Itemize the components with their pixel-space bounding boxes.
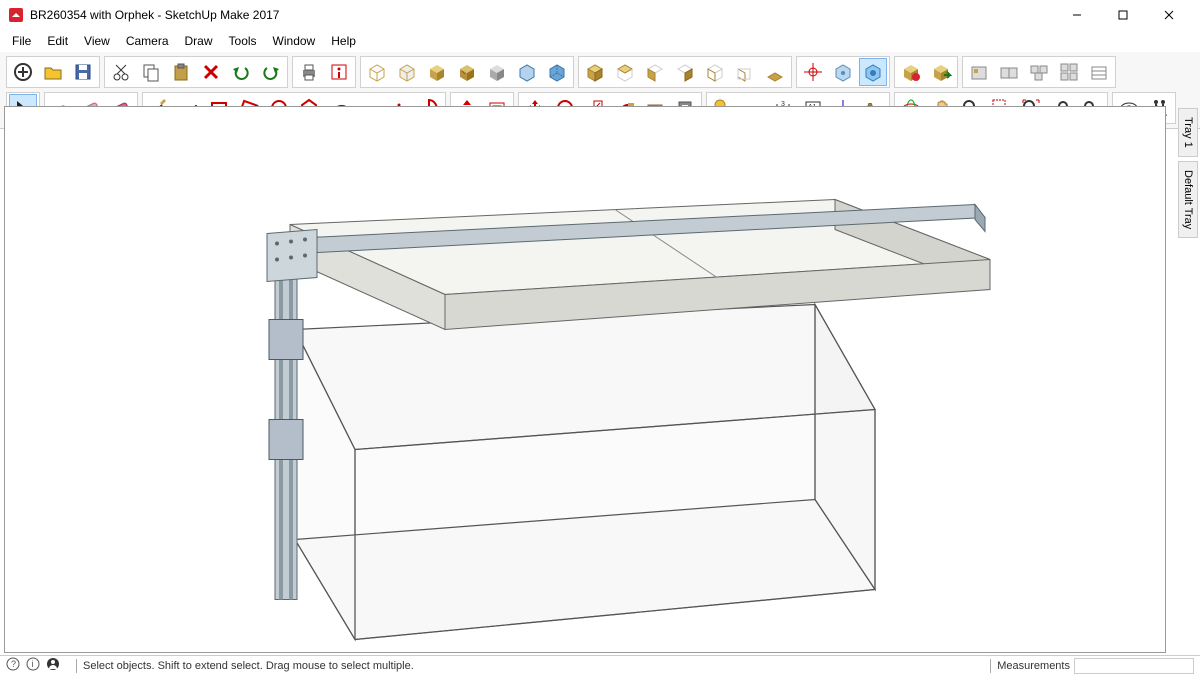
toolgroup-display xyxy=(360,56,574,88)
toolgroup-views xyxy=(578,56,792,88)
measurements-label: Measurements xyxy=(997,660,1070,672)
bottom-view-button[interactable] xyxy=(761,58,789,86)
position-camera-button[interactable] xyxy=(829,58,857,86)
menu-window[interactable]: Window xyxy=(265,32,324,50)
front-view-button[interactable] xyxy=(641,58,669,86)
side-trays: Tray 1 Default Tray xyxy=(1178,108,1198,238)
svg-text:?: ? xyxy=(11,659,16,669)
undo-button[interactable] xyxy=(227,58,255,86)
shaded-textures-button[interactable] xyxy=(453,58,481,86)
tray-tab-default[interactable]: Default Tray xyxy=(1178,161,1198,238)
menu-edit[interactable]: Edit xyxy=(39,32,76,50)
menu-draw[interactable]: Draw xyxy=(177,32,221,50)
delete-button[interactable] xyxy=(197,58,225,86)
sketchup-app-icon xyxy=(8,7,24,23)
menu-view[interactable]: View xyxy=(76,32,118,50)
toolgroup-warehouse xyxy=(894,56,958,88)
axes-tool-button[interactable] xyxy=(799,58,827,86)
window-title: BR260354 with Orphek - SketchUp Make 201… xyxy=(30,8,1054,22)
back-edges-button[interactable] xyxy=(543,58,571,86)
wireframe-button[interactable] xyxy=(363,58,391,86)
toolgroup-edit xyxy=(104,56,288,88)
make-component-button[interactable] xyxy=(995,58,1023,86)
svg-text:i: i xyxy=(32,659,34,669)
toolgroup-axes xyxy=(796,56,890,88)
user-icon[interactable] xyxy=(46,657,60,674)
window-controls xyxy=(1054,0,1192,30)
model-scene xyxy=(5,107,1165,652)
model-viewport[interactable] xyxy=(4,106,1166,653)
close-button[interactable] xyxy=(1146,0,1192,30)
extension-warehouse-button[interactable] xyxy=(965,58,993,86)
walk-tool-button[interactable] xyxy=(859,58,887,86)
menu-tools[interactable]: Tools xyxy=(221,32,265,50)
right-view-button[interactable] xyxy=(671,58,699,86)
toolgroup-components xyxy=(962,56,1116,88)
make-group-button[interactable] xyxy=(1025,58,1053,86)
statusbar: ? i Select objects. Shift to extend sele… xyxy=(0,655,1200,675)
help-icon[interactable]: ? xyxy=(6,657,20,674)
toolgroup-print xyxy=(292,56,356,88)
left-view-button[interactable] xyxy=(731,58,759,86)
measurements-input[interactable] xyxy=(1074,658,1194,674)
open-file-button[interactable] xyxy=(39,58,67,86)
hidden-line-button[interactable] xyxy=(393,58,421,86)
model-info-button[interactable] xyxy=(325,58,353,86)
outliner-button[interactable] xyxy=(1085,58,1113,86)
save-file-button[interactable] xyxy=(69,58,97,86)
shaded-button[interactable] xyxy=(423,58,451,86)
minimize-button[interactable] xyxy=(1054,0,1100,30)
copy-button[interactable] xyxy=(137,58,165,86)
toolgroup-file xyxy=(6,56,100,88)
menu-file[interactable]: File xyxy=(4,32,39,50)
tray-tab-1[interactable]: Tray 1 xyxy=(1178,108,1198,157)
back-view-button[interactable] xyxy=(701,58,729,86)
share-model-button[interactable] xyxy=(927,58,955,86)
maximize-button[interactable] xyxy=(1100,0,1146,30)
iso-view-button[interactable] xyxy=(581,58,609,86)
redo-button[interactable] xyxy=(257,58,285,86)
print-button[interactable] xyxy=(295,58,323,86)
explode-button[interactable] xyxy=(1055,58,1083,86)
xray-button[interactable] xyxy=(513,58,541,86)
new-file-button[interactable] xyxy=(9,58,37,86)
cut-button[interactable] xyxy=(107,58,135,86)
info-icon[interactable]: i xyxy=(26,657,40,674)
menubar: File Edit View Camera Draw Tools Window … xyxy=(0,30,1200,52)
menu-camera[interactable]: Camera xyxy=(118,32,177,50)
menu-help[interactable]: Help xyxy=(323,32,364,50)
top-view-button[interactable] xyxy=(611,58,639,86)
titlebar: BR260354 with Orphek - SketchUp Make 201… xyxy=(0,0,1200,30)
status-separator xyxy=(76,659,77,673)
monochrome-button[interactable] xyxy=(483,58,511,86)
paste-button[interactable] xyxy=(167,58,195,86)
status-hint: Select objects. Shift to extend select. … xyxy=(83,660,984,672)
status-separator-2 xyxy=(990,659,991,673)
3d-warehouse-button[interactable] xyxy=(897,58,925,86)
